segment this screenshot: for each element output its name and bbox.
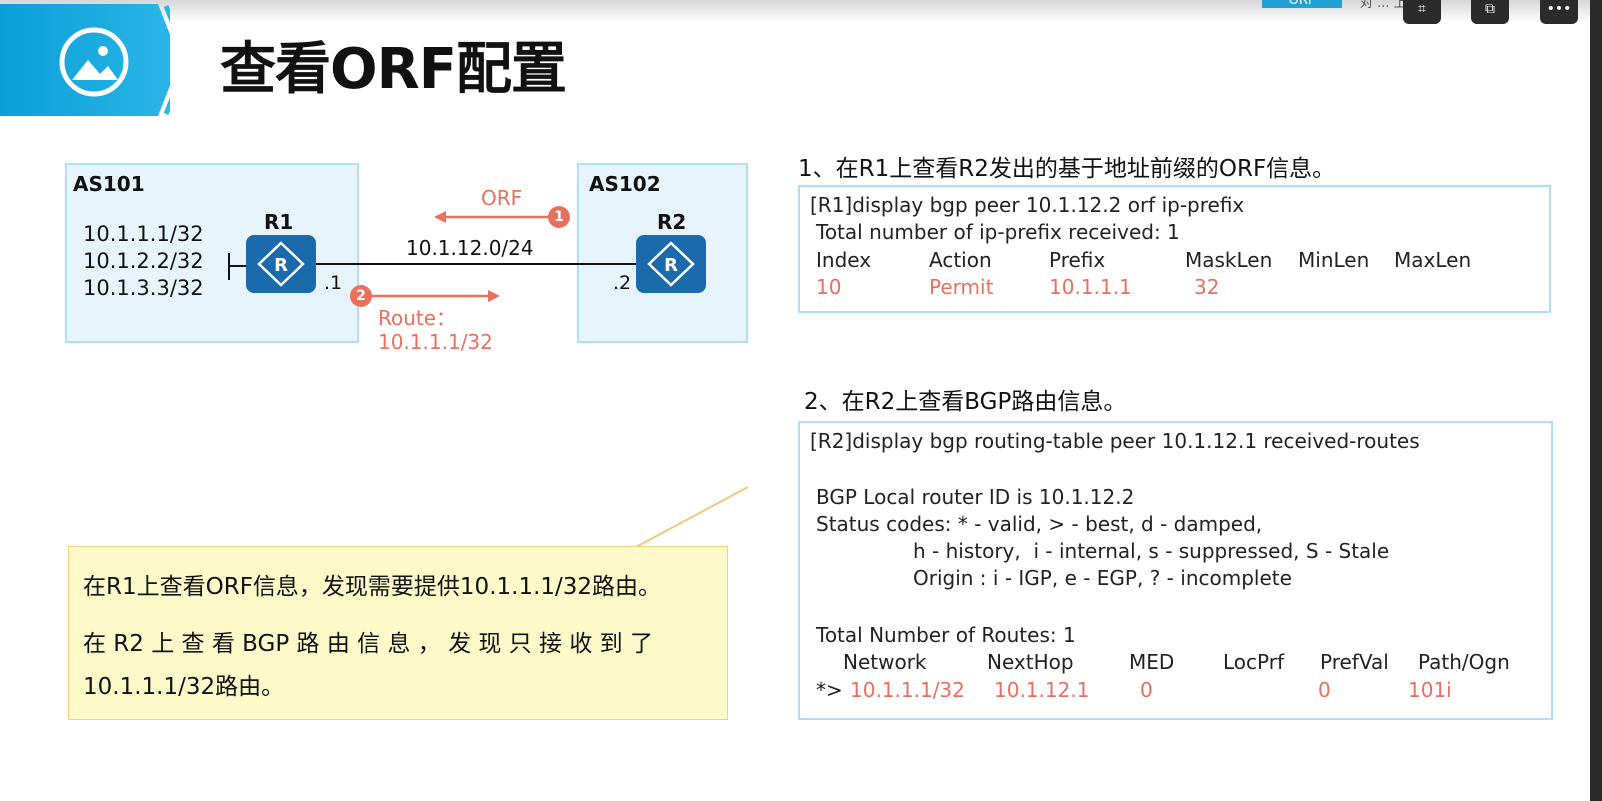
r1-label: R1 bbox=[264, 210, 294, 234]
step2-row-flags: *> bbox=[816, 678, 843, 702]
step2-col-locprf: LocPrf bbox=[1223, 650, 1284, 674]
step2-row-nexthop: 10.1.12.1 bbox=[994, 678, 1090, 702]
step2-router-id: BGP Local router ID is 10.1.12.2 bbox=[816, 485, 1135, 509]
step2-col-nexthop: NextHop bbox=[987, 650, 1074, 674]
note-line-3: 10.1.1.1/32路由。 bbox=[83, 674, 285, 700]
r2-label: R2 bbox=[657, 210, 687, 234]
step2-row-med: 0 bbox=[1140, 678, 1153, 702]
step1-row-prefix: 10.1.1.1 bbox=[1049, 275, 1132, 299]
step1-col-action: Action bbox=[929, 248, 992, 272]
step2-col-prefval: PrefVal bbox=[1320, 650, 1389, 674]
step2-status1: Status codes: * - valid, > - best, d - d… bbox=[816, 512, 1263, 536]
router-r1-icon: R bbox=[246, 235, 316, 293]
step1-col-masklen: MaskLen bbox=[1185, 248, 1273, 272]
step2-col-med: MED bbox=[1129, 650, 1175, 674]
svg-text:R: R bbox=[274, 255, 288, 276]
step-badge-1: 1 bbox=[548, 206, 570, 228]
callout-pointer bbox=[635, 486, 749, 548]
note-line-2: 在 R2 上 查 看 BGP 路 由 信 息 ， 发 现 只 接 收 到 了 bbox=[83, 631, 653, 657]
step1-col-maxlen: MaxLen bbox=[1394, 248, 1472, 272]
step1-col-index: Index bbox=[816, 248, 872, 272]
step2-col-network: Network bbox=[843, 650, 927, 674]
step2-title: 2、在R2上查看BGP路由信息。 bbox=[804, 389, 1127, 415]
step2-col-pathogn: Path/Ogn bbox=[1418, 650, 1510, 674]
step-badge-2: 2 bbox=[350, 285, 372, 307]
step2-command: [R2]display bgp routing-table peer 10.1.… bbox=[810, 429, 1420, 453]
step2-status2: h - history, i - internal, s - suppresse… bbox=[913, 539, 1390, 563]
step1-title: 1、在R1上查看R2发出的基于地址前缀的ORF信息。 bbox=[798, 156, 1336, 182]
step2-origin: Origin : i - IGP, e - EGP, ? - incomplet… bbox=[913, 566, 1292, 590]
r2-interface: .2 bbox=[613, 272, 632, 294]
r1-interface: .1 bbox=[324, 272, 343, 294]
svg-text:R: R bbox=[664, 255, 678, 276]
link-network: 10.1.12.0/24 bbox=[406, 236, 534, 260]
router-r2-icon: R bbox=[636, 235, 706, 293]
note-line-1: 在R1上查看ORF信息，发现需要提供10.1.1.1/32路由。 bbox=[83, 574, 662, 600]
step2-row-pathogn: 101i bbox=[1408, 678, 1452, 702]
route-value: 10.1.1.1/32 bbox=[378, 330, 493, 354]
step1-col-prefix: Prefix bbox=[1049, 248, 1106, 272]
step1-row-masklen: 32 bbox=[1194, 275, 1220, 299]
route-label: Route： bbox=[378, 306, 457, 330]
step2-row-network: 10.1.1.1/32 bbox=[850, 678, 965, 702]
orf-label: ORF bbox=[481, 186, 523, 210]
step1-col-minlen: MinLen bbox=[1298, 248, 1370, 272]
step1-command: [R1]display bgp peer 10.1.12.2 orf ip-pr… bbox=[810, 193, 1245, 217]
step2-row-prefval: 0 bbox=[1318, 678, 1331, 702]
step1-total: Total number of ip-prefix received: 1 bbox=[816, 220, 1180, 244]
step2-total: Total Number of Routes: 1 bbox=[816, 623, 1076, 647]
step1-row-action: Permit bbox=[929, 275, 994, 299]
step1-row-index: 10 bbox=[816, 275, 842, 299]
